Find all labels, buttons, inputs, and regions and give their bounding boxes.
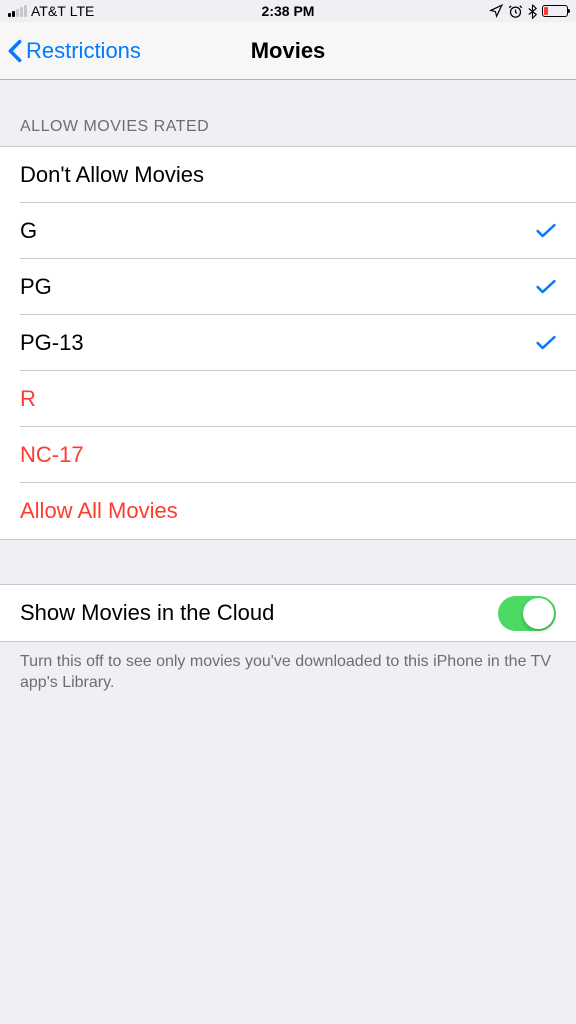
section-footer-cloud: Turn this off to see only movies you've …: [0, 642, 576, 694]
carrier-label: AT&T: [31, 3, 66, 19]
back-button[interactable]: Restrictions: [0, 38, 141, 64]
list-item-label: Allow All Movies: [20, 498, 178, 524]
rating-option-r[interactable]: R: [0, 371, 576, 427]
battery-icon: [542, 5, 568, 17]
clock-label: 2:38 PM: [262, 3, 315, 19]
section-header-ratings: ALLOW MOVIES RATED: [0, 80, 576, 146]
list-item-label: PG: [20, 274, 52, 300]
rating-option-dont-allow[interactable]: Don't Allow Movies: [0, 147, 576, 203]
list-item-label: R: [20, 386, 36, 412]
list-item-label: Don't Allow Movies: [20, 162, 204, 188]
chevron-left-icon: [8, 39, 22, 63]
rating-option-g[interactable]: G: [0, 203, 576, 259]
list-item-label: PG-13: [20, 330, 84, 356]
status-left: AT&T LTE: [8, 3, 94, 19]
bluetooth-icon: [528, 4, 537, 19]
signal-strength-icon: [8, 5, 27, 17]
list-item-label: NC-17: [20, 442, 84, 468]
rating-option-pg13[interactable]: PG-13: [0, 315, 576, 371]
ratings-list: Don't Allow Movies G PG PG-13 R NC-17 Al…: [0, 146, 576, 540]
cloud-list: Show Movies in the Cloud: [0, 584, 576, 642]
location-icon: [489, 4, 503, 18]
page-title: Movies: [251, 38, 326, 64]
rating-option-nc17[interactable]: NC-17: [0, 427, 576, 483]
status-right: [489, 4, 568, 19]
alarm-icon: [508, 4, 523, 19]
checkmark-icon: [536, 335, 556, 351]
back-label: Restrictions: [26, 38, 141, 64]
switch-knob: [523, 598, 554, 629]
cloud-switch[interactable]: [498, 596, 556, 631]
checkmark-icon: [536, 279, 556, 295]
list-item-label: G: [20, 218, 37, 244]
list-item-label: Show Movies in the Cloud: [20, 600, 274, 626]
status-bar: AT&T LTE 2:38 PM: [0, 0, 576, 22]
rating-option-pg[interactable]: PG: [0, 259, 576, 315]
cloud-toggle-row[interactable]: Show Movies in the Cloud: [0, 585, 576, 641]
checkmark-icon: [536, 223, 556, 239]
network-type-label: LTE: [70, 3, 95, 19]
navigation-bar: Restrictions Movies: [0, 22, 576, 80]
rating-option-allow-all[interactable]: Allow All Movies: [0, 483, 576, 539]
